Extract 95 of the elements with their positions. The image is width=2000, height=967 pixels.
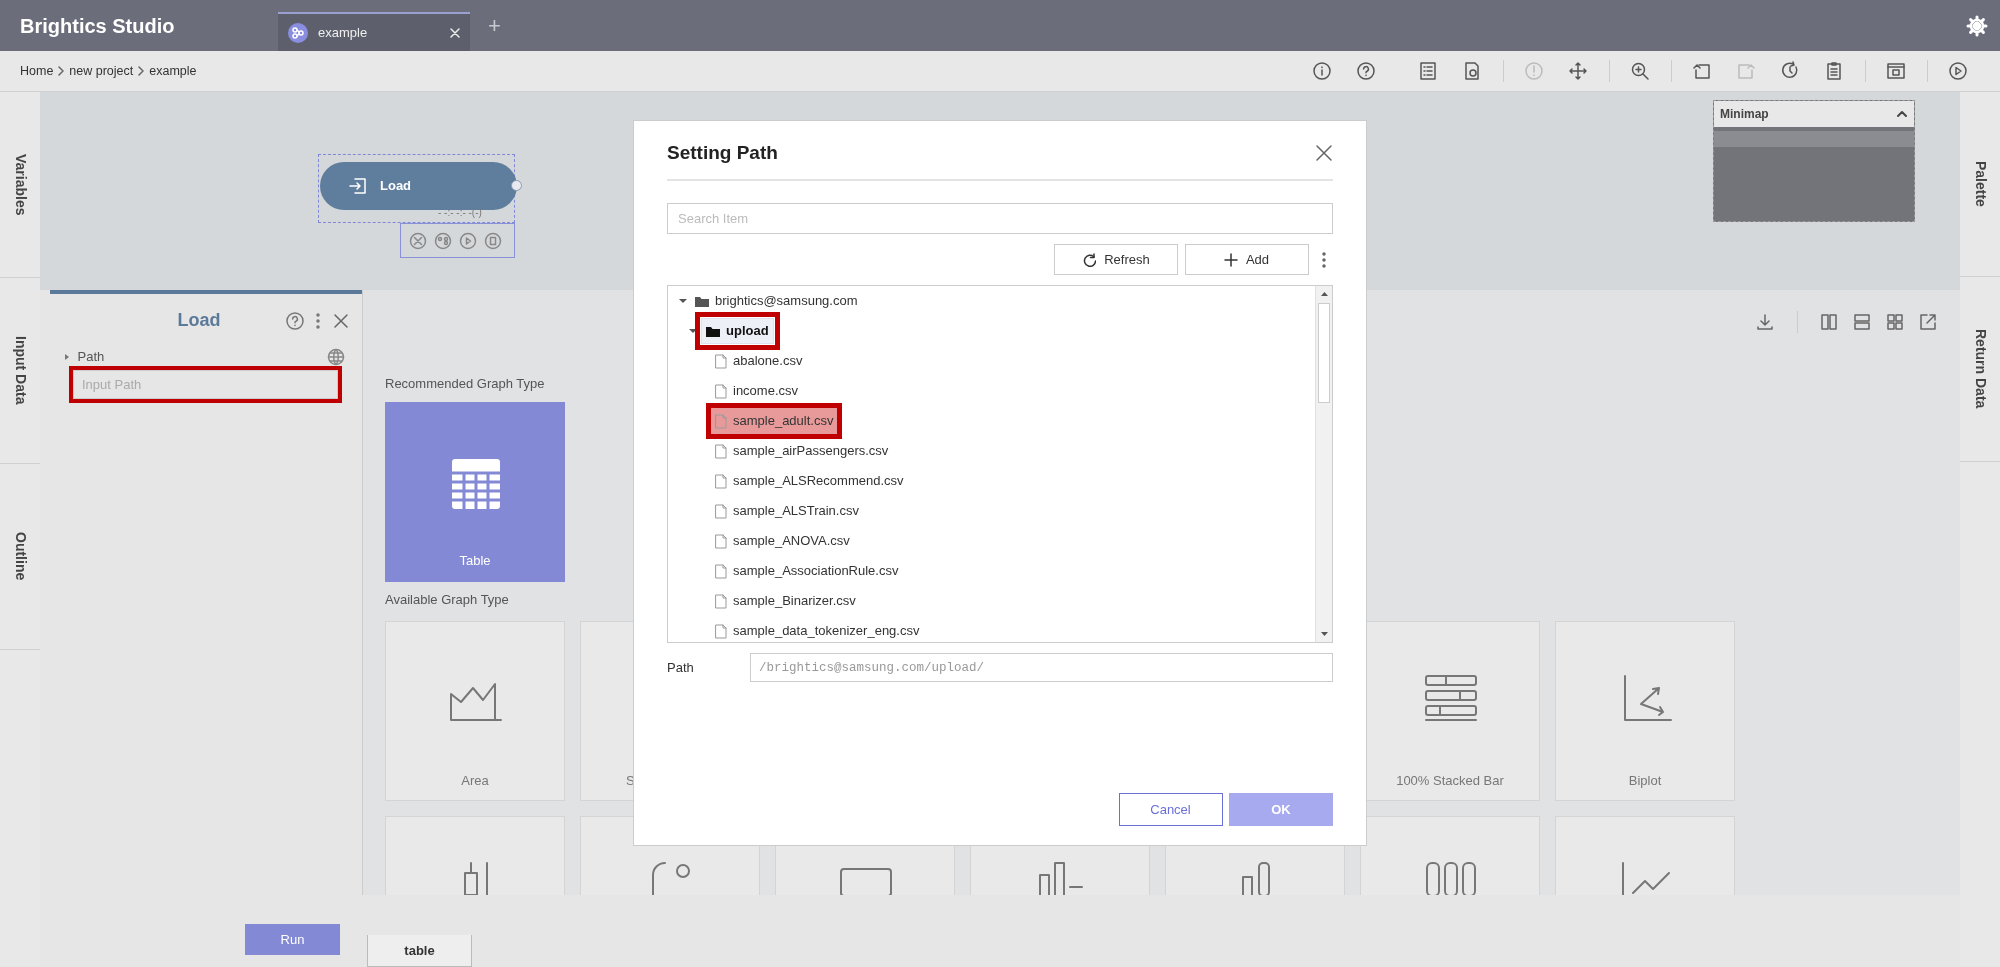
delete-icon[interactable] [409, 232, 427, 251]
search-field[interactable]: Search Item [667, 203, 1333, 234]
tree-item[interactable]: sample_ALSTrain.csv [711, 498, 863, 524]
more-icon[interactable] [1321, 250, 1327, 269]
section-label: Available Graph Type [385, 590, 509, 609]
scatter-icon [651, 861, 691, 895]
param-label[interactable]: Path [63, 347, 105, 367]
scrollbar[interactable] [1315, 286, 1332, 642]
cancel-button[interactable]: Cancel [1118, 793, 1223, 826]
workflow-icon [292, 26, 304, 39]
field-label: Path [667, 658, 694, 677]
more-icon[interactable] [315, 311, 321, 330]
bar-chart-icon [1038, 861, 1084, 895]
table-icon [452, 458, 500, 509]
external-link-icon[interactable] [1918, 312, 1938, 332]
folder-icon [695, 295, 709, 307]
toolbar-button[interactable]: Add [1184, 244, 1309, 275]
tile-label: Biplot [1627, 771, 1663, 790]
refresh-icon [1082, 252, 1097, 267]
undo-icon[interactable] [1692, 61, 1712, 81]
caret-down-icon[interactable] [678, 296, 688, 306]
file-icon [715, 623, 727, 639]
column-chart-icon [1425, 861, 1477, 895]
rows-icon[interactable] [1852, 312, 1872, 332]
settings-icon[interactable] [1966, 14, 1988, 37]
tree-item[interactable]: sample_Binarizer.csv [711, 588, 860, 614]
history-icon[interactable] [1780, 61, 1800, 81]
document-search-icon[interactable] [1462, 61, 1482, 81]
chevron-icon [56, 66, 67, 76]
file-icon [715, 383, 727, 399]
breadcrumb-link[interactable]: new project [69, 61, 134, 81]
tree-item[interactable]: income.csv [711, 378, 803, 404]
clipboard-icon[interactable] [1824, 61, 1844, 81]
plus-icon [1223, 252, 1238, 267]
panel-title: Load [176, 309, 222, 332]
node-label: Load [380, 177, 412, 196]
tile-label: Area [460, 771, 490, 790]
file-icon [715, 443, 727, 459]
play-icon[interactable] [1948, 61, 1968, 81]
tree-item[interactable]: abalone.csv [711, 348, 807, 374]
chevron-icon [136, 66, 147, 76]
clipboard-icon[interactable] [484, 232, 502, 251]
tree-item[interactable]: sample_ALSRecommend.csv [711, 468, 908, 494]
candlestick-icon [463, 861, 489, 895]
node-status: - -:- -:- -(-) [438, 207, 482, 219]
app-title: Brightics Studio [19, 13, 176, 39]
import-icon [348, 176, 368, 196]
workflow-icon[interactable] [434, 232, 452, 251]
tree-item[interactable]: sample_ANOVA.csv [711, 528, 854, 554]
move-icon[interactable] [1568, 61, 1588, 81]
dialog-title: Setting Path [667, 140, 778, 165]
zoom-in-icon[interactable] [1630, 61, 1650, 81]
download-icon[interactable] [1755, 312, 1775, 332]
tree-item[interactable]: sample_airPassengers.csv [711, 438, 893, 464]
chevron-up-icon[interactable] [1896, 108, 1908, 120]
tree-item[interactable]: brightics@samsung.com [691, 288, 862, 314]
section-label: Recommended Graph Type [385, 375, 545, 393]
info-icon[interactable] [1312, 61, 1332, 81]
tile-label: 100% Stacked Bar [1395, 771, 1505, 790]
result-tab[interactable]: table [367, 935, 472, 967]
caret-right-icon [63, 352, 71, 361]
bar-chart-icon [1241, 861, 1271, 895]
tree-item[interactable]: sample_AssociationRule.csv [711, 558, 903, 584]
toolbar-button[interactable]: Refresh [1054, 244, 1178, 275]
tab-label: example [318, 23, 369, 42]
breadcrumb-link[interactable]: example [149, 61, 197, 81]
window-icon[interactable] [1886, 61, 1906, 81]
columns-icon[interactable] [1819, 312, 1839, 332]
editor-tab[interactable]: example [278, 12, 470, 51]
workflow-node[interactable]: Load [320, 162, 517, 210]
checklist-icon[interactable] [1418, 61, 1438, 81]
globe-icon[interactable] [327, 347, 345, 366]
file-icon [715, 353, 727, 369]
file-icon [715, 593, 727, 609]
grid-icon[interactable] [1885, 312, 1905, 332]
breadcrumb-link[interactable]: Home [20, 61, 54, 81]
folder-icon [706, 325, 720, 337]
close-icon[interactable] [1315, 144, 1333, 162]
node-port[interactable] [511, 180, 522, 191]
tree-item[interactable]: sample_data_tokenizer_eng.csv [711, 618, 924, 642]
close-icon[interactable] [333, 312, 349, 329]
line-chart-icon [1621, 861, 1671, 895]
stacked-bar-icon [1424, 672, 1478, 722]
minimap-title: Minimap [1720, 106, 1769, 123]
file-icon [715, 533, 727, 549]
chart-type-tile[interactable]: Area [385, 621, 565, 801]
file-icon [715, 563, 727, 579]
help-icon[interactable] [285, 310, 305, 331]
tile-label: Table [458, 552, 492, 570]
file-icon [715, 413, 727, 429]
scroll-thumb[interactable] [1318, 303, 1330, 403]
file-icon [715, 503, 727, 519]
help-icon[interactable] [1356, 61, 1376, 81]
chart-type-tile[interactable]: Biplot [1555, 621, 1735, 801]
file-icon [715, 473, 727, 489]
